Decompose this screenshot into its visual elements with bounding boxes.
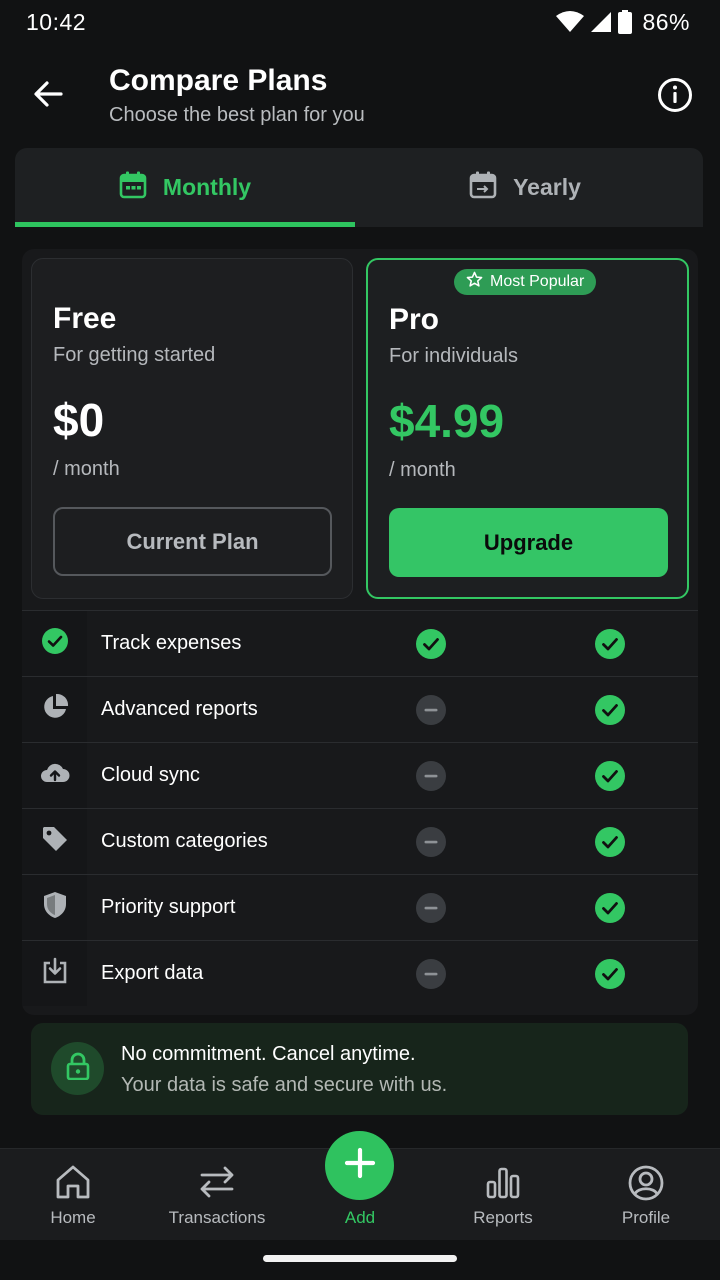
header: Compare Plans Choose the best plan for y… [0, 56, 720, 136]
cloud-upload-icon [40, 761, 70, 790]
free-not-included-icon [416, 959, 446, 989]
arrow-left-icon [33, 80, 63, 113]
feature-row: Export data [22, 940, 698, 1006]
plan-name: Pro [389, 303, 440, 336]
security-notice: No commitment. Cancel anytime. Your data… [31, 1023, 688, 1115]
plus-icon [344, 1147, 376, 1184]
nav-home-label: Home [50, 1208, 96, 1227]
nav-add-label: Add [344, 1208, 376, 1227]
pro-included-check-icon [595, 695, 625, 725]
plan-price: $0 [53, 394, 105, 446]
billing-period-tabs: Monthly Yearly [15, 148, 703, 227]
star-icon [466, 271, 483, 293]
lock-icon [66, 1052, 90, 1085]
page-subtitle: Choose the best plan for you [109, 104, 365, 126]
battery-percentage: 86% [642, 8, 690, 35]
pro-included-check-icon [595, 629, 625, 659]
tab-yearly[interactable]: Yearly [355, 148, 695, 227]
tab-selected-indicator [15, 222, 355, 227]
feature-row: Advanced reports [22, 676, 698, 742]
feature-label: Cloud sync [101, 764, 200, 786]
plan-card-pro: Most Popular Pro For individuals $4.99 /… [366, 258, 689, 599]
current-plan-button[interactable]: Current Plan [53, 507, 332, 576]
nav-profile[interactable]: Profile [574, 1149, 718, 1241]
pro-included-check-icon [595, 959, 625, 989]
notice-title: No commitment. Cancel anytime. [121, 1043, 416, 1065]
shield-icon [42, 891, 68, 924]
plan-period: / month [389, 459, 456, 481]
feature-row: Custom categories [22, 808, 698, 874]
compare-plans-screen: 10:42 86% Compare Plans Choose the best … [0, 0, 720, 1280]
free-included-check-icon [416, 629, 446, 659]
tab-monthly-label: Monthly [162, 174, 252, 200]
plan-name: Free [53, 302, 117, 335]
home-icon [54, 1164, 92, 1205]
nav-home[interactable]: Home [1, 1149, 145, 1241]
profile-icon [627, 1164, 665, 1207]
calendar-icon [119, 171, 147, 205]
download-icon [42, 957, 68, 990]
calendar-icon [469, 171, 497, 205]
pie-chart-icon [41, 693, 69, 726]
feature-label: Track expenses [101, 632, 242, 654]
nav-reports[interactable]: Reports [431, 1149, 575, 1241]
add-button[interactable] [325, 1131, 394, 1200]
upgrade-button[interactable]: Upgrade [389, 508, 668, 577]
check-circle-icon [41, 627, 69, 660]
notice-subtitle: Your data is safe and secure with us. [121, 1074, 448, 1096]
feature-row: Cloud sync [22, 742, 698, 808]
page-title: Compare Plans [109, 64, 328, 97]
free-not-included-icon [416, 761, 446, 791]
home-indicator[interactable] [263, 1255, 457, 1262]
back-button[interactable] [26, 74, 70, 118]
info-icon [657, 77, 693, 118]
transfer-icon [198, 1164, 236, 1205]
tag-icon [41, 825, 69, 858]
plan-comparison-card: Free For getting started $0 / month Curr… [22, 249, 698, 1015]
plan-card-free: Free For getting started $0 / month Curr… [31, 258, 353, 599]
battery-icon [618, 10, 633, 34]
cellular-signal-icon [590, 11, 612, 33]
status-time: 10:42 [26, 9, 87, 35]
feature-label: Priority support [101, 896, 236, 918]
feature-label: Advanced reports [101, 698, 258, 720]
feature-comparison-list: Track expenses Advanced reports Cloud sy… [22, 610, 698, 1006]
plan-description: For individuals [389, 345, 518, 367]
nav-reports-label: Reports [473, 1208, 533, 1227]
most-popular-label: Most Popular [490, 273, 585, 290]
nav-transactions[interactable]: Transactions [145, 1149, 289, 1241]
bar-chart-icon [484, 1164, 522, 1205]
free-not-included-icon [416, 827, 446, 857]
pro-included-check-icon [595, 761, 625, 791]
plan-period: / month [53, 458, 120, 480]
wifi-icon [556, 11, 585, 33]
nav-profile-label: Profile [621, 1208, 671, 1227]
most-popular-badge: Most Popular [454, 269, 597, 295]
feature-row: Track expenses [22, 610, 698, 676]
feature-label: Export data [101, 962, 204, 984]
pro-included-check-icon [595, 827, 625, 857]
feature-row: Priority support [22, 874, 698, 940]
plan-description: For getting started [53, 344, 216, 366]
feature-label: Custom categories [101, 830, 268, 852]
info-button[interactable] [652, 74, 698, 120]
status-indicators: 86% [556, 9, 690, 35]
pro-included-check-icon [595, 893, 625, 923]
tab-monthly[interactable]: Monthly [15, 148, 355, 227]
nav-transactions-label: Transactions [168, 1208, 266, 1227]
tab-yearly-label: Yearly [513, 174, 581, 200]
status-bar: 10:42 86% [0, 0, 720, 46]
free-not-included-icon [416, 695, 446, 725]
plan-price: $4.99 [389, 395, 505, 447]
free-not-included-icon [416, 893, 446, 923]
